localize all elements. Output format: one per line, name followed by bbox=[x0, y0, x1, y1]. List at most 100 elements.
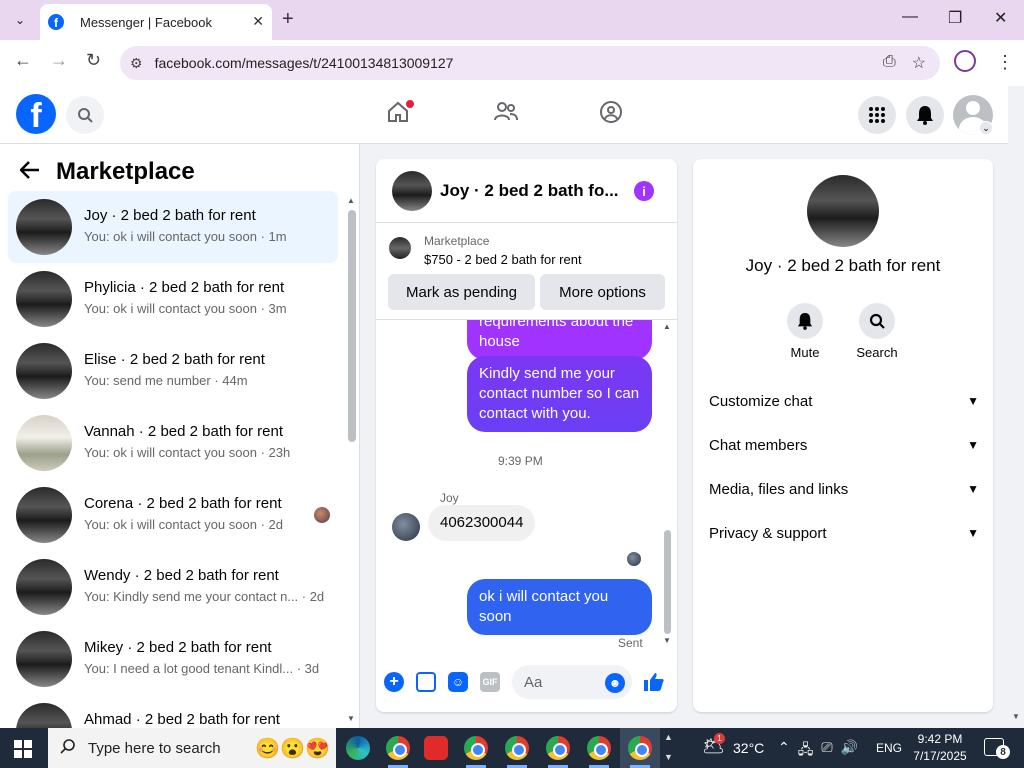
sidebar-scrollbar[interactable]: ▲ ▼ bbox=[344, 194, 359, 728]
conversation-item[interactable]: Wendy · 2 bed 2 bath for rent You: Kindl… bbox=[8, 551, 338, 623]
conversation-name: Elise · 2 bed 2 bath for rent bbox=[84, 351, 265, 368]
scroll-down-icon[interactable]: ▼ bbox=[1012, 712, 1020, 721]
mute-button[interactable]: Mute bbox=[775, 303, 835, 360]
info-icon[interactable]: i bbox=[634, 181, 654, 201]
section-label: Media, files and links bbox=[709, 480, 849, 498]
reload-icon[interactable]: ↻ bbox=[86, 50, 101, 71]
chat-members-section[interactable]: Chat members ▼ bbox=[709, 425, 979, 465]
search-icon[interactable] bbox=[66, 96, 104, 134]
weather-temp[interactable]: 32°C bbox=[733, 740, 764, 756]
chat-scrollbar[interactable]: ▲ ▼ bbox=[662, 320, 674, 652]
mark-pending-button[interactable]: Mark as pending bbox=[388, 274, 535, 310]
plus-icon[interactable]: + bbox=[282, 8, 294, 31]
volume-icon[interactable]: 🔊 bbox=[841, 739, 858, 763]
network-icon[interactable]: 🖧 bbox=[798, 739, 814, 763]
tab-strip: ⌄ f Messenger | Facebook ✕ + — ❐ ✕ bbox=[0, 0, 1024, 40]
chevron-down-icon: ▼ bbox=[967, 438, 979, 452]
conversation-item[interactable]: Ahmad · 2 bed 2 bath for rent bbox=[8, 695, 338, 728]
star-icon[interactable]: ☆ bbox=[912, 53, 926, 73]
browser-tab[interactable]: f Messenger | Facebook ✕ bbox=[40, 4, 272, 40]
chrome-icon[interactable] bbox=[546, 736, 570, 760]
windows-start-icon[interactable] bbox=[14, 740, 32, 758]
chevron-up-icon[interactable]: ⌃ bbox=[778, 739, 790, 763]
media-files-links-section[interactable]: Media, files and links ▼ bbox=[709, 469, 979, 509]
close-icon[interactable]: ✕ bbox=[252, 13, 264, 30]
back-icon[interactable]: ← bbox=[14, 50, 32, 71]
scroll-up-icon[interactable]: ▲ bbox=[347, 196, 355, 205]
search-button[interactable]: Search bbox=[847, 303, 907, 360]
listing-thumbnail[interactable] bbox=[389, 237, 411, 259]
conversation-item[interactable]: Joy · 2 bed 2 bath for rent You: ok i wi… bbox=[8, 191, 338, 263]
chevron-down-icon[interactable]: ▼ bbox=[664, 752, 673, 762]
minimize-icon[interactable]: — bbox=[902, 8, 918, 26]
kebab-icon[interactable]: ⋮ bbox=[996, 52, 1014, 73]
chrome-icon[interactable] bbox=[386, 736, 410, 760]
conversation-item[interactable]: Phylicia · 2 bed 2 bath for rent You: ok… bbox=[8, 263, 338, 335]
listing-thumbnail bbox=[16, 343, 72, 399]
page-scrollbar[interactable]: ▼ bbox=[1008, 86, 1024, 728]
clock-date[interactable]: 7/17/2025 bbox=[912, 749, 968, 763]
bell-icon[interactable] bbox=[787, 303, 823, 339]
back-arrow-icon[interactable] bbox=[19, 159, 56, 185]
marketplace-label: Marketplace bbox=[424, 234, 490, 248]
chat-thumbnail[interactable] bbox=[392, 171, 432, 211]
customize-chat-section[interactable]: Customize chat ▼ bbox=[709, 381, 979, 421]
thumbs-up-icon[interactable] bbox=[643, 672, 665, 698]
privacy-support-section[interactable]: Privacy & support ▼ bbox=[709, 513, 979, 553]
chrome-icon[interactable] bbox=[628, 736, 652, 760]
conversation-name: Vannah · 2 bed 2 bath for rent bbox=[84, 423, 284, 440]
scroll-up-icon[interactable]: ▲ bbox=[663, 322, 671, 331]
seen-avatar bbox=[314, 507, 330, 523]
friends-icon[interactable] bbox=[493, 100, 519, 131]
close-window-icon[interactable]: ✕ bbox=[994, 8, 1007, 28]
forward-icon[interactable]: → bbox=[50, 50, 68, 71]
more-options-button[interactable]: More options bbox=[540, 274, 665, 310]
received-message: 4062300044 bbox=[428, 505, 536, 541]
photo-icon[interactable] bbox=[416, 672, 436, 692]
anydesk-icon[interactable] bbox=[424, 736, 448, 760]
conversation-preview: You: ok i will contact you soon · 23h bbox=[84, 445, 291, 460]
section-label: Chat members bbox=[709, 436, 808, 454]
sender-avatar[interactable] bbox=[392, 513, 420, 541]
camera-icon[interactable]: ⎚ bbox=[821, 739, 832, 763]
menu-grid-icon[interactable] bbox=[858, 96, 896, 134]
chevron-up-icon[interactable]: ▲ bbox=[664, 732, 673, 742]
conversation-item[interactable]: Corena · 2 bed 2 bath for rent You: ok i… bbox=[8, 479, 338, 551]
plus-icon[interactable]: + bbox=[384, 672, 404, 692]
chevron-down-icon[interactable]: ⌄ bbox=[979, 121, 993, 135]
sent-message: Kindly send me your contact number so I … bbox=[467, 356, 652, 432]
profile-icon[interactable] bbox=[954, 50, 976, 72]
language-indicator[interactable]: ENG bbox=[876, 741, 902, 755]
url-text[interactable]: facebook.com/messages/t/2410013481300912… bbox=[155, 55, 454, 71]
conversation-item[interactable]: Elise · 2 bed 2 bath for rent You: send … bbox=[8, 335, 338, 407]
edge-icon[interactable] bbox=[346, 736, 370, 760]
gif-icon[interactable]: GIF bbox=[480, 672, 500, 692]
notifications-bell-icon[interactable] bbox=[906, 96, 944, 134]
scrollbar-thumb[interactable] bbox=[348, 210, 356, 442]
install-app-icon[interactable]: ⎙ bbox=[883, 53, 896, 73]
search-icon[interactable] bbox=[859, 303, 895, 339]
taskbar-search[interactable]: Type here to search 😊😮😍 bbox=[48, 728, 336, 768]
conversation-item[interactable]: Vannah · 2 bed 2 bath for rent You: ok i… bbox=[8, 407, 338, 479]
groups-icon[interactable] bbox=[599, 100, 623, 131]
tab-search-icon[interactable]: ⌄ bbox=[8, 8, 32, 32]
site-info-icon[interactable]: ⚙ bbox=[130, 55, 143, 72]
sticker-icon[interactable]: ☺ bbox=[448, 672, 468, 692]
chrome-icon[interactable] bbox=[587, 736, 611, 760]
chrome-icon[interactable] bbox=[464, 736, 488, 760]
chat-title[interactable]: Joy · 2 bed 2 bath fo... bbox=[440, 181, 620, 201]
emoji-search-highlight-icon[interactable]: 😊😮😍 bbox=[255, 736, 330, 761]
scrollbar-thumb[interactable] bbox=[664, 530, 671, 634]
clock-time[interactable]: 9:42 PM bbox=[912, 732, 968, 746]
scroll-down-icon[interactable]: ▼ bbox=[663, 636, 671, 645]
listing-title[interactable]: $750 - 2 bed 2 bath for rent bbox=[424, 252, 582, 267]
facebook-logo-icon[interactable]: f bbox=[16, 94, 56, 134]
address-bar[interactable]: ⚙ facebook.com/messages/t/24100134813009… bbox=[120, 46, 940, 80]
scroll-down-icon[interactable]: ▼ bbox=[347, 714, 355, 723]
weather-badge: 1 bbox=[714, 733, 725, 744]
maximize-icon[interactable]: ❐ bbox=[948, 8, 962, 28]
chrome-icon[interactable] bbox=[505, 736, 529, 760]
emoji-icon[interactable]: ☻ bbox=[605, 673, 625, 693]
listing-thumbnail[interactable] bbox=[807, 175, 879, 247]
conversation-item[interactable]: Mikey · 2 bed 2 bath for rent You: I nee… bbox=[8, 623, 338, 695]
